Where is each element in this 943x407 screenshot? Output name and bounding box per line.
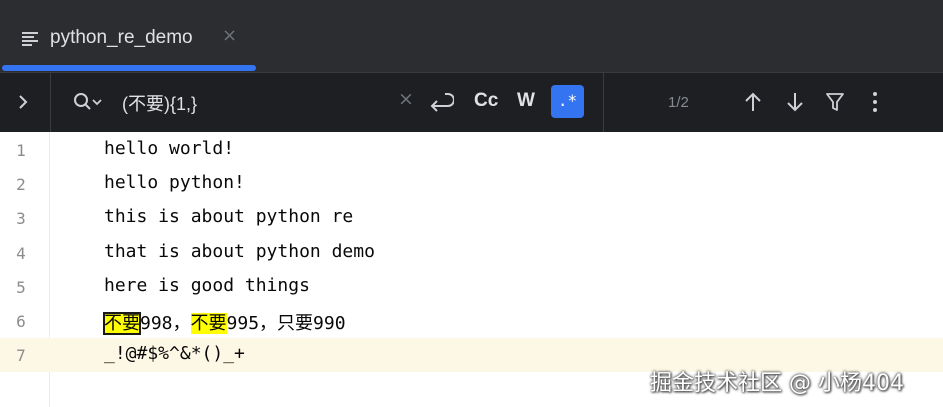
whole-words-toggle[interactable]: W xyxy=(517,90,535,112)
line-text: hello world! xyxy=(104,138,235,159)
line-text: that is about python demo xyxy=(104,241,375,262)
line-text: this is about python re xyxy=(104,206,354,227)
line-number: 2 xyxy=(16,175,26,194)
next-occurrence-icon[interactable] xyxy=(785,91,805,117)
line-number: 7 xyxy=(16,346,26,365)
search-match: 不要 xyxy=(190,313,227,334)
line-text: 不要998，不要995，只要990 xyxy=(103,309,346,335)
divider xyxy=(603,73,604,133)
active-tab-indicator xyxy=(2,65,256,71)
previous-occurrence-icon[interactable] xyxy=(743,91,763,117)
watermark: 掘金技术社区 @ 小杨404 xyxy=(650,371,904,396)
line-text: hello python! xyxy=(104,172,245,193)
match-counter: 1/2 xyxy=(668,94,689,111)
line-text: here is good things xyxy=(104,275,310,296)
code-line[interactable]: 2 hello python! xyxy=(0,167,943,201)
code-line[interactable]: 4 that is about python demo xyxy=(0,236,943,270)
tab-python-re-demo[interactable]: python_re_demo × xyxy=(0,0,256,72)
search-match-current: 不要 xyxy=(103,312,141,335)
line-text: _!@#$%^&*()_+ xyxy=(104,343,245,364)
line-number: 1 xyxy=(16,141,26,160)
regex-toggle[interactable]: .* xyxy=(551,85,584,118)
code-line[interactable]: 1 hello world! xyxy=(0,133,943,167)
new-line-icon[interactable] xyxy=(428,91,455,117)
more-options-icon[interactable] xyxy=(869,91,881,117)
line-number: 4 xyxy=(16,244,26,263)
text-file-icon xyxy=(21,31,39,50)
find-bar: (不要){1,} × Cc W .* 1/2 xyxy=(0,72,943,133)
filter-icon[interactable] xyxy=(825,91,845,117)
code-text-segment: 995，只要990 xyxy=(226,313,346,334)
code-line[interactable]: 5 here is good things xyxy=(0,270,943,304)
code-text-segment: 998， xyxy=(140,313,191,334)
clear-search-icon[interactable]: × xyxy=(398,88,414,110)
code-line[interactable]: 6 不要998，不要995，只要990 xyxy=(0,304,943,338)
tab-title: python_re_demo xyxy=(50,27,193,48)
line-number: 5 xyxy=(16,278,26,297)
match-case-toggle[interactable]: Cc xyxy=(474,90,498,112)
line-number: 3 xyxy=(16,209,26,228)
search-history-icon[interactable] xyxy=(73,91,103,117)
search-input[interactable]: (不要){1,} xyxy=(122,90,197,116)
editor-tab-bar: python_re_demo × xyxy=(0,0,943,72)
tab-close-icon[interactable]: × xyxy=(222,25,237,46)
divider xyxy=(50,73,51,133)
expand-replace-chevron-icon[interactable] xyxy=(15,92,31,116)
line-number: 6 xyxy=(16,312,26,331)
code-line[interactable]: 3 this is about python re xyxy=(0,201,943,235)
